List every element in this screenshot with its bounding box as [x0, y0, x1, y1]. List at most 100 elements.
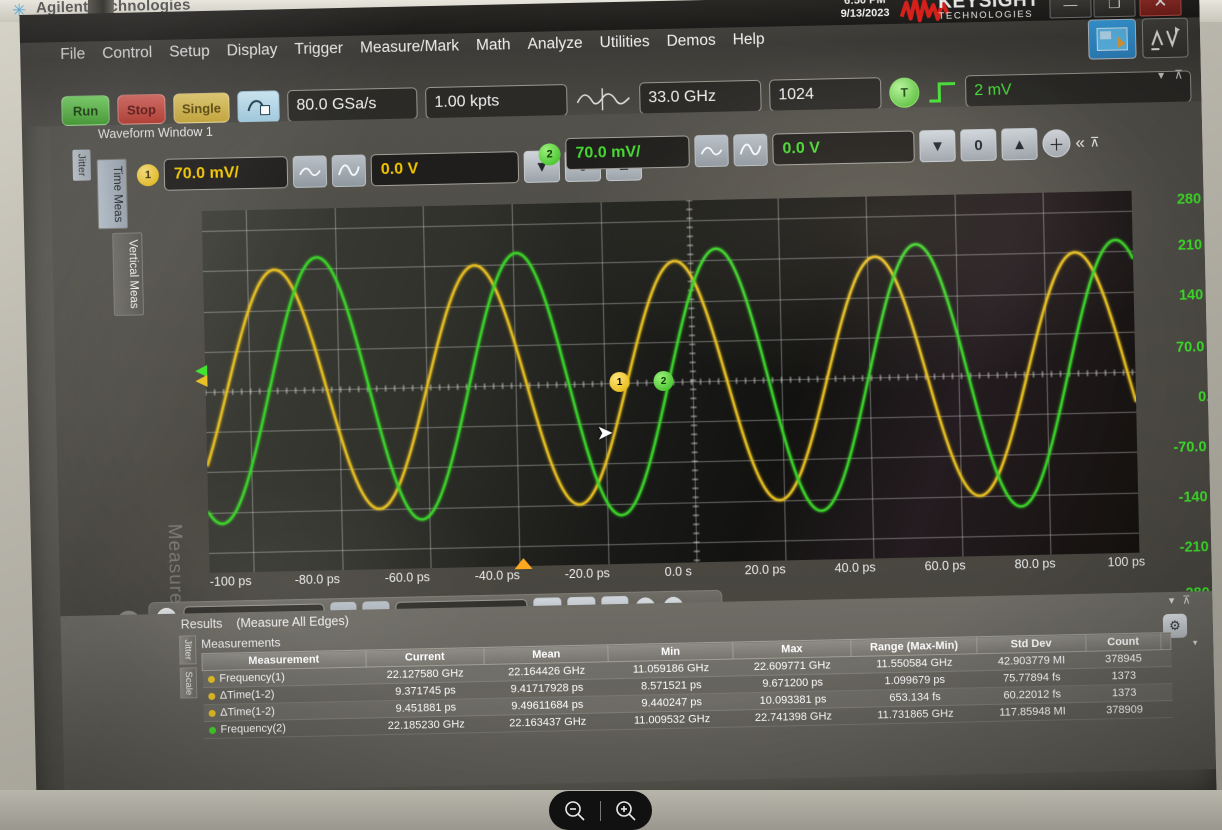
cell-range: 11.731865 GHz	[852, 705, 978, 725]
channel-color-dot	[207, 675, 214, 682]
menu-item-math[interactable]: Math	[476, 36, 511, 55]
channel-2-badge[interactable]: 2	[538, 143, 560, 165]
y-label-7: -210 mV	[1179, 539, 1216, 556]
cell-stddev: 117.85948 MI	[978, 702, 1087, 721]
results-title: Results (Measure All Edges)	[181, 614, 349, 632]
cell-blank	[1162, 700, 1172, 717]
menu-item-control[interactable]: Control	[102, 44, 152, 63]
x-label-5: 0.0 s	[665, 564, 692, 579]
cell-measurement: Frequency(2)	[203, 718, 367, 739]
results-title-label: Results	[181, 617, 223, 632]
trigger-edge-icon[interactable]	[927, 79, 958, 106]
channel-1-badge[interactable]: 1	[137, 164, 159, 186]
channel-2-waveform-icon[interactable]	[733, 134, 768, 167]
menu-item-display[interactable]: Display	[227, 41, 278, 60]
sidebar-tab-time-meas[interactable]: Time Meas	[97, 159, 129, 230]
cell-count: 378909	[1087, 701, 1163, 720]
channel-1-offset-field[interactable]: 0.0 V	[371, 151, 520, 186]
x-label-3: -40.0 ps	[475, 568, 520, 583]
menu-item-help[interactable]: Help	[732, 31, 764, 50]
results-panel: Results (Measure All Edges) ▾ ⊼ Measurem…	[61, 591, 1217, 794]
cell-current: 22.185230 GHz	[367, 715, 486, 735]
channel-2-decrease-button[interactable]: ▼	[919, 130, 956, 163]
x-label-0: -100 ps	[210, 574, 252, 589]
x-label-9: 80.0 ps	[1014, 556, 1055, 571]
results-options-caret-icon[interactable]: ▾	[1193, 637, 1198, 648]
memory-depth-field[interactable]: 1.00 kpts	[425, 84, 568, 119]
channel-1-coupling-icon[interactable]	[293, 155, 328, 188]
menu-item-file[interactable]: File	[60, 46, 85, 65]
cell-blank	[1161, 666, 1171, 683]
trigger-position-marker[interactable]	[514, 558, 532, 569]
channel-color-dot	[208, 692, 215, 699]
col-count[interactable]: Count	[1085, 633, 1161, 652]
run-button[interactable]: Run	[61, 95, 110, 126]
points-field[interactable]: 1024	[769, 77, 882, 111]
menu-item-setup[interactable]: Setup	[169, 43, 210, 62]
channel-color-dot	[208, 726, 215, 733]
sample-rate-field[interactable]: 80.0 GSa/s	[287, 87, 418, 122]
autoscale-button[interactable]	[1142, 17, 1189, 58]
results-pin-controls: ▾ ⊼	[1169, 594, 1191, 607]
waveform-window: Waveform Window 1 Jitter Time Meas Verti…	[50, 101, 1212, 616]
cell-mean: 22.163437 GHz	[485, 713, 610, 733]
channel-1-waveform-icon[interactable]	[332, 154, 367, 187]
channel-color-dot	[208, 709, 215, 716]
waveform-graticule[interactable]: 1 2 ➤	[202, 191, 1140, 573]
acquisition-mode-icon[interactable]	[237, 90, 280, 123]
right-toolbar	[1088, 17, 1189, 59]
x-label-10: 100 ps	[1107, 555, 1145, 570]
sidebar-tab-jitter[interactable]: Jitter	[72, 149, 91, 180]
channel-2-offset-field[interactable]: 0.0 V	[772, 130, 915, 165]
menu-item-utilities[interactable]: Utilities	[599, 33, 649, 52]
results-subtitle-label: (Measure All Edges)	[236, 614, 349, 630]
channel-1-scale-field[interactable]: 70.0 mV/	[164, 156, 289, 191]
waveform-sidebar-tabs: Time Meas Vertical Meas	[97, 159, 127, 321]
trigger-badge[interactable]: T	[889, 77, 920, 108]
channel-2-coupling-icon[interactable]	[694, 135, 729, 168]
col-blank	[1161, 632, 1171, 649]
x-label-2: -60.0 ps	[385, 570, 430, 585]
measurements-table: Measurement Current Mean Min Max Range (…	[201, 632, 1173, 739]
screenshot-button[interactable]	[1088, 19, 1137, 60]
cell-count: 378945	[1086, 650, 1162, 669]
vertical-axis-labels: 280 mV 210 mV 140 mV 70.0 mV 0.0 V -70.0…	[1135, 189, 1216, 569]
results-collapse-caret-icon[interactable]: ▾	[1169, 594, 1175, 607]
zoom-out-button[interactable]	[550, 791, 600, 830]
bandwidth-waveform-icon	[575, 86, 632, 113]
stop-button[interactable]: Stop	[117, 94, 166, 125]
channel-2-increase-button[interactable]: ▲	[1001, 128, 1038, 161]
menu-item-demos[interactable]: Demos	[666, 32, 715, 51]
maximize-button[interactable]: ❐	[1093, 0, 1136, 18]
pin-channels-icon[interactable]: ⊼	[1090, 134, 1100, 150]
menu-item-trigger[interactable]: Trigger	[294, 40, 343, 59]
bandwidth-field[interactable]: 33.0 GHz	[639, 80, 762, 115]
collapse-channels-icon[interactable]: «	[1075, 133, 1085, 153]
system-clock: 6:50 PM 9/13/2023	[840, 0, 889, 21]
results-pin-icon[interactable]: ⊼	[1182, 594, 1190, 607]
channel-2-scale-field[interactable]: 70.0 mV/	[565, 135, 690, 170]
channel-2-zero-button[interactable]: 0	[960, 129, 997, 162]
channel-2-controls: 2 70.0 mV/ 0.0 V ▼ 0 ▲ ＋ « ⊼	[538, 125, 1100, 171]
toolbar-pin-icon[interactable]: ⊼	[1174, 68, 1183, 82]
channel-ground-indicator[interactable]	[195, 363, 216, 391]
oscilloscope-screenshot: ✳ Agilent Technologies 6:50 PM 9/13/2023…	[0, 0, 1222, 830]
zoom-control-pill	[549, 791, 652, 830]
cell-blank	[1162, 683, 1172, 700]
results-tab-jitter[interactable]: Jitter	[179, 635, 197, 664]
x-label-1: -80.0 ps	[295, 572, 340, 587]
minimize-button[interactable]: —	[1049, 0, 1092, 18]
sidebar-tab-vertical-meas[interactable]: Vertical Meas	[112, 233, 144, 317]
single-button[interactable]: Single	[173, 92, 230, 123]
results-tab-scale[interactable]: Scale	[180, 667, 198, 699]
add-channel-button[interactable]: ＋	[1042, 129, 1071, 158]
waveform-window-title: Waveform Window 1	[98, 125, 213, 142]
menu-item-measure-mark[interactable]: Measure/Mark	[360, 37, 459, 57]
zoom-in-button[interactable]	[601, 791, 651, 830]
close-button[interactable]: ✕	[1139, 0, 1182, 17]
toolbar-collapse-caret-icon[interactable]: ▾	[1158, 68, 1164, 82]
x-label-6: 20.0 ps	[745, 562, 786, 577]
x-label-4: -20.0 ps	[565, 566, 610, 581]
menu-item-analyze[interactable]: Analyze	[527, 35, 583, 54]
cell-count: 1373	[1086, 667, 1162, 686]
